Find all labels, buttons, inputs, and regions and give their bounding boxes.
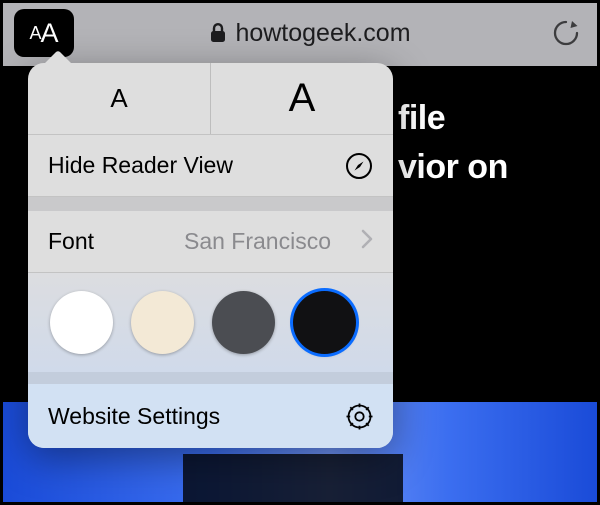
increase-text-button[interactable]: A bbox=[211, 63, 393, 134]
font-value: San Francisco bbox=[114, 228, 331, 255]
font-label: Font bbox=[48, 228, 94, 255]
color-theme-row bbox=[28, 273, 393, 372]
aa-large-glyph: A bbox=[41, 18, 59, 49]
reload-button[interactable] bbox=[546, 13, 586, 53]
divider bbox=[28, 372, 393, 384]
chevron-right-icon bbox=[361, 228, 373, 255]
theme-white[interactable] bbox=[50, 291, 113, 354]
theme-sepia[interactable] bbox=[131, 291, 194, 354]
divider bbox=[28, 197, 393, 211]
reload-icon bbox=[552, 18, 580, 48]
font-row[interactable]: Font San Francisco bbox=[28, 211, 393, 273]
gear-icon bbox=[346, 403, 373, 430]
safari-toolbar: A A howtogeek.com bbox=[0, 0, 600, 66]
website-settings-row[interactable]: Website Settings bbox=[28, 384, 393, 448]
hide-reader-row[interactable]: Hide Reader View bbox=[28, 135, 393, 197]
theme-black[interactable] bbox=[293, 291, 356, 354]
popover-arrow bbox=[43, 49, 73, 65]
compass-icon bbox=[345, 152, 373, 180]
article-headline: file vior on bbox=[398, 94, 508, 193]
address-bar[interactable]: howtogeek.com bbox=[84, 19, 536, 48]
reader-popover: A A Hide Reader View Font San Francisco bbox=[28, 63, 393, 448]
theme-gray[interactable] bbox=[212, 291, 275, 354]
website-settings-label: Website Settings bbox=[48, 403, 220, 430]
decrease-text-button[interactable]: A bbox=[28, 63, 211, 134]
lock-icon bbox=[209, 22, 227, 44]
hide-reader-label: Hide Reader View bbox=[48, 152, 233, 179]
url-domain: howtogeek.com bbox=[235, 19, 410, 48]
text-size-row: A A bbox=[28, 63, 393, 135]
